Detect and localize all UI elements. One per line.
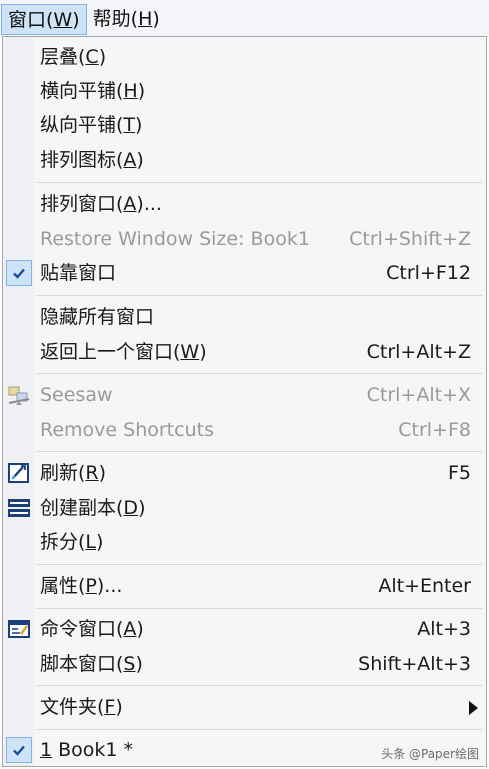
seesaw-icon <box>6 382 32 408</box>
menu-item-command-window[interactable]: 命令窗口(A) Alt+3 <box>3 612 486 646</box>
menu-separator <box>37 564 482 565</box>
menu-item-return-previous-window[interactable]: 返回上一个窗口(W) Ctrl+Alt+Z <box>3 335 486 369</box>
window-menu[interactable]: 窗口(W) <box>1 3 87 35</box>
menu-item-script-window[interactable]: 脚本窗口(S) Shift+Alt+3 <box>3 647 486 681</box>
menu-item-tile-horizontal[interactable]: 横向平铺(H) <box>3 74 486 108</box>
menu-separator <box>37 373 482 374</box>
menu-separator <box>37 182 482 183</box>
refresh-icon <box>6 460 32 486</box>
menu-item-refresh[interactable]: 刷新(R) F5 <box>3 456 486 490</box>
menu-separator <box>37 608 482 609</box>
checkmark-icon <box>6 260 32 286</box>
duplicate-icon <box>6 495 32 521</box>
menu-item-restore-window-size: Restore Window Size: Book1 Ctrl+Shift+Z <box>40 228 471 250</box>
menu-item-remove-shortcuts: Remove Shortcuts Ctrl+F8 <box>40 419 471 441</box>
menu-separator <box>37 295 482 296</box>
menu-item-split[interactable]: 拆分(L) <box>3 525 486 559</box>
command-window-icon <box>6 616 32 642</box>
watermark: 头条 @Paper绘图 <box>381 747 479 761</box>
menu-item-tile-vertical[interactable]: 纵向平铺(T) <box>3 108 486 142</box>
help-menu[interactable]: 帮助(H) <box>87 4 166 35</box>
menu-item-arrange-icons[interactable]: 排列图标(A) <box>3 143 486 177</box>
menu-item-properties[interactable]: 属性(P)... Alt+Enter <box>3 569 486 603</box>
menu-item-seesaw: Seesaw Ctrl+Alt+X <box>3 378 486 412</box>
window-dropdown-menu: 层叠(C) 横向平铺(H) 纵向平铺(T) 排列图标(A) 排列窗口(A)...… <box>2 36 487 767</box>
checkmark-icon <box>6 737 32 763</box>
menu-item-dock-window[interactable]: 贴靠窗口 Ctrl+F12 <box>3 256 486 290</box>
menu-item-folder[interactable]: 文件夹(F) <box>3 690 486 724</box>
menu-separator <box>37 451 482 452</box>
menu-separator <box>37 685 482 686</box>
menu-item-cascade[interactable]: 层叠(C) <box>3 40 486 74</box>
menu-bar: 窗口(W) 帮助(H) <box>0 0 489 36</box>
menu-separator <box>37 729 482 730</box>
menu-item-hide-all-windows[interactable]: 隐藏所有窗口 <box>3 300 486 334</box>
menu-item-create-copy[interactable]: 创建副本(D) <box>3 491 486 525</box>
chevron-right-icon <box>469 701 478 715</box>
menu-item-arrange-windows[interactable]: 排列窗口(A)... <box>3 187 486 221</box>
